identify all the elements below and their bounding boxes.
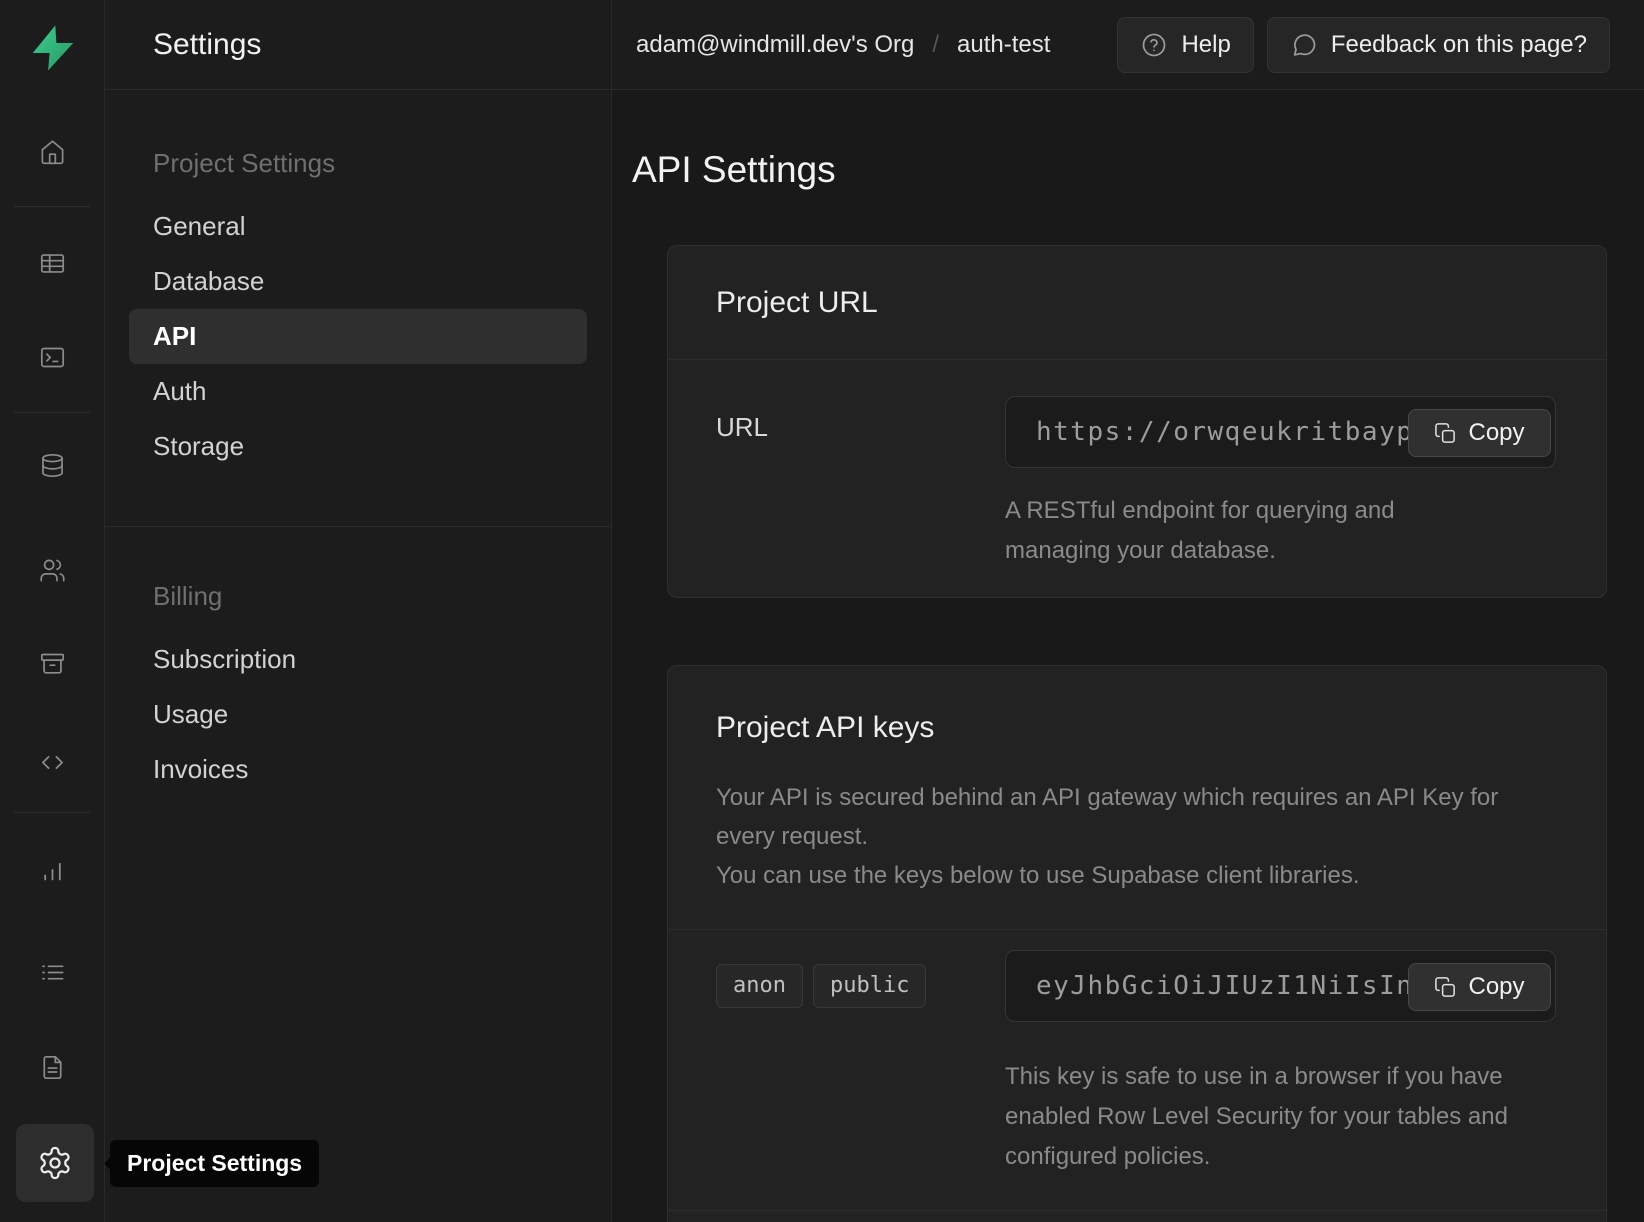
- project-settings-tooltip: Project Settings: [110, 1140, 319, 1187]
- copy-label: Copy: [1468, 973, 1524, 1001]
- url-label: URL: [716, 412, 768, 443]
- breadcrumb-project[interactable]: auth-test: [957, 31, 1050, 59]
- rail-database-button[interactable]: [24, 437, 80, 493]
- supabase-bolt-icon: [26, 21, 80, 75]
- users-icon: [39, 557, 66, 584]
- nav-heading-billing: Billing: [105, 581, 611, 611]
- project-url-card-title: Project URL: [716, 286, 878, 320]
- rail-project-settings-button[interactable]: [16, 1124, 94, 1202]
- api-keys-description-line-2: You can use the keys below to use Supaba…: [716, 856, 1516, 895]
- nav-item-subscription[interactable]: Subscription: [105, 632, 611, 687]
- copy-anon-key-button[interactable]: Copy: [1408, 963, 1551, 1011]
- anon-badge: anon: [716, 964, 803, 1008]
- breadcrumb-separator: /: [932, 31, 939, 59]
- settings-title: Settings: [153, 28, 261, 62]
- breadcrumb: adam@windmill.dev's Org / auth-test: [636, 31, 1050, 59]
- help-label: Help: [1181, 31, 1230, 59]
- nav-item-invoices[interactable]: Invoices: [105, 742, 611, 797]
- settings-nav-body: Project Settings General Database API Au…: [105, 90, 611, 797]
- settings-nav: Settings Project Settings General Databa…: [105, 0, 612, 1222]
- archive-icon: [39, 650, 66, 677]
- nav-item-general[interactable]: General: [105, 199, 611, 254]
- key-badges: anon public: [716, 964, 926, 1008]
- api-keys-description: Your API is secured behind an API gatewa…: [716, 778, 1516, 895]
- copy-label: Copy: [1468, 419, 1524, 447]
- bar-chart-icon: [39, 857, 66, 884]
- database-icon: [39, 452, 66, 479]
- rail-api-docs-button[interactable]: [24, 1039, 80, 1095]
- api-keys-description-line-1: Your API is secured behind an API gatewa…: [716, 778, 1516, 856]
- card-divider: [668, 359, 1606, 360]
- message-bubble-icon: [1290, 31, 1318, 59]
- rail-sql-editor-button[interactable]: [24, 329, 80, 385]
- rail-divider: [14, 206, 90, 207]
- settings-nav-header: Settings: [105, 0, 611, 90]
- billing-list: Subscription Usage Invoices: [105, 632, 611, 797]
- rail-storage-button[interactable]: [24, 635, 80, 691]
- page-title: API Settings: [632, 149, 836, 191]
- project-url-description: A RESTful endpoint for querying and mana…: [1005, 491, 1465, 571]
- feedback-label: Feedback on this page?: [1331, 31, 1587, 59]
- code-icon: [39, 749, 66, 776]
- project-settings-list: General Database API Auth Storage: [105, 199, 611, 474]
- rail-table-editor-button[interactable]: [24, 235, 80, 291]
- terminal-icon: [39, 344, 66, 371]
- rail-reports-button[interactable]: [24, 842, 80, 898]
- api-keys-card-title: Project API keys: [716, 711, 934, 745]
- file-text-icon: [39, 1054, 66, 1081]
- api-settings-page: API Settings Project URL URL https://orw…: [612, 90, 1644, 1222]
- card-divider: [668, 1210, 1606, 1211]
- gear-icon: [37, 1145, 73, 1181]
- feedback-button[interactable]: Feedback on this page?: [1267, 17, 1610, 73]
- public-badge: public: [813, 964, 926, 1008]
- rail-home-button[interactable]: [24, 124, 80, 180]
- nav-item-auth[interactable]: Auth: [105, 364, 611, 419]
- supabase-logo[interactable]: [26, 21, 80, 75]
- tooltip-label: Project Settings: [127, 1150, 302, 1176]
- help-button[interactable]: Help: [1117, 17, 1253, 73]
- list-icon: [39, 959, 66, 986]
- home-icon: [39, 139, 66, 166]
- nav-item-api[interactable]: API: [129, 309, 587, 364]
- nav-item-database[interactable]: Database: [105, 254, 611, 309]
- anon-key-input[interactable]: eyJhbGciOiJIUzI1NiIsIn Copy: [1005, 950, 1556, 1022]
- nav-item-usage[interactable]: Usage: [105, 687, 611, 742]
- project-url-card: Project URL URL https://orwqeukritbayp C…: [667, 245, 1607, 598]
- project-url-input[interactable]: https://orwqeukritbayp Copy: [1005, 396, 1556, 468]
- copy-icon: [1434, 422, 1457, 445]
- help-circle-icon: [1140, 31, 1168, 59]
- anon-key-description: This key is safe to use in a browser if …: [1005, 1057, 1510, 1177]
- copy-url-button[interactable]: Copy: [1408, 409, 1551, 457]
- rail-edge-functions-button[interactable]: [24, 734, 80, 790]
- breadcrumb-org[interactable]: adam@windmill.dev's Org: [636, 31, 914, 59]
- rail-divider: [14, 812, 90, 813]
- nav-heading-project-settings: Project Settings: [105, 148, 611, 178]
- project-api-keys-card: Project API keys Your API is secured beh…: [667, 665, 1607, 1222]
- rail-authentication-button[interactable]: [24, 542, 80, 598]
- rail-logs-button[interactable]: [24, 944, 80, 1000]
- supabase-dashboard: Project Settings Settings Project Settin…: [0, 0, 1644, 1222]
- copy-icon: [1434, 976, 1457, 999]
- nav-item-storage[interactable]: Storage: [105, 419, 611, 474]
- topbar: adam@windmill.dev's Org / auth-test Help: [612, 0, 1644, 90]
- card-divider: [668, 929, 1606, 930]
- table-icon: [39, 250, 66, 277]
- topbar-actions: Help Feedback on this page?: [1117, 17, 1610, 73]
- rail-divider: [14, 412, 90, 413]
- icon-rail: [0, 0, 105, 1222]
- nav-divider: [105, 526, 611, 527]
